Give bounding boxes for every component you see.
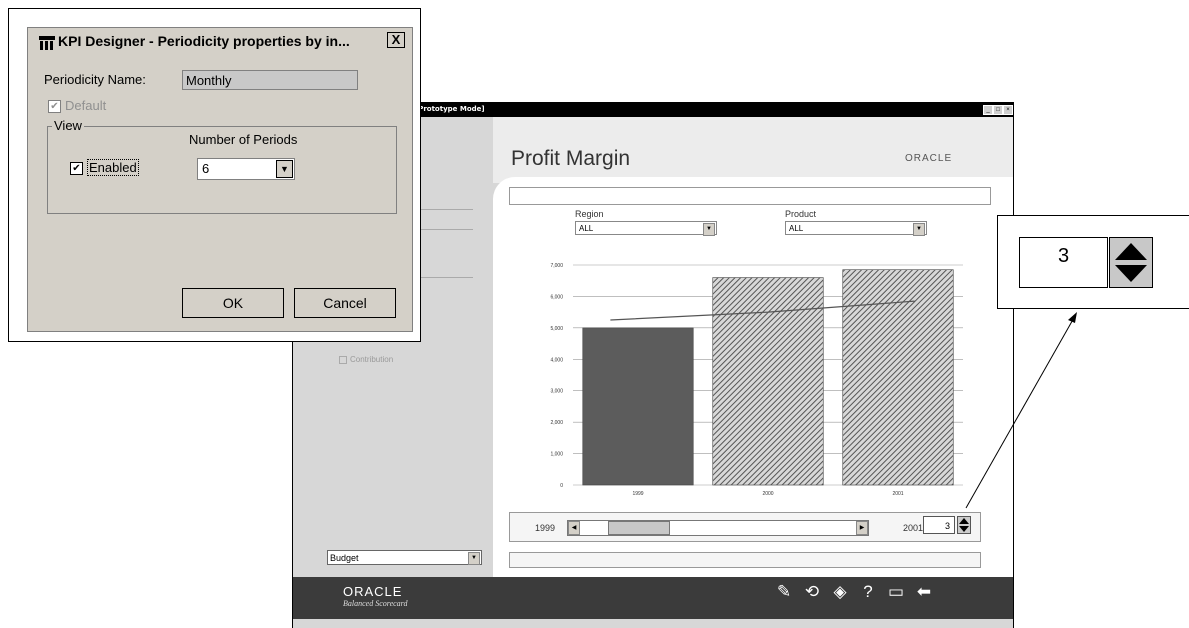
periodicity-name-label: Periodicity Name:: [44, 72, 146, 87]
dialog-body: KPI Designer - Periodicity properties by…: [27, 27, 413, 332]
stepper-arrows-icon[interactable]: [1109, 237, 1153, 288]
checkmark-icon[interactable]: ✔: [70, 162, 83, 176]
view-group-label: View: [52, 118, 84, 133]
dialog-title: KPI Designer - Periodicity properties by…: [58, 33, 350, 49]
dialog-titlebar: KPI Designer - Periodicity properties by…: [28, 28, 412, 54]
number-of-periods-value: 6: [202, 161, 210, 176]
kpi-designer-dialog: KPI Designer - Periodicity properties by…: [8, 8, 421, 342]
kpi-designer-icon: [39, 36, 55, 50]
chevron-down-icon[interactable]: ▼: [276, 160, 293, 178]
default-label: Default: [65, 98, 107, 113]
ok-button[interactable]: OK: [182, 288, 284, 318]
number-of-periods-label: Number of Periods: [189, 132, 298, 147]
callout-stepper-value[interactable]: 3: [1019, 237, 1108, 288]
default-checkbox[interactable]: ✔ Default: [48, 98, 107, 114]
close-button[interactable]: X: [387, 32, 405, 48]
checkmark-icon[interactable]: ✔: [48, 100, 61, 114]
number-of-periods-select[interactable]: 6 ▼: [197, 158, 295, 180]
enabled-checkbox[interactable]: ✔ Enabled: [70, 159, 139, 176]
enabled-label: Enabled: [87, 159, 139, 176]
cancel-button[interactable]: Cancel: [294, 288, 396, 318]
periodicity-name-field[interactable]: Monthly: [182, 70, 358, 90]
